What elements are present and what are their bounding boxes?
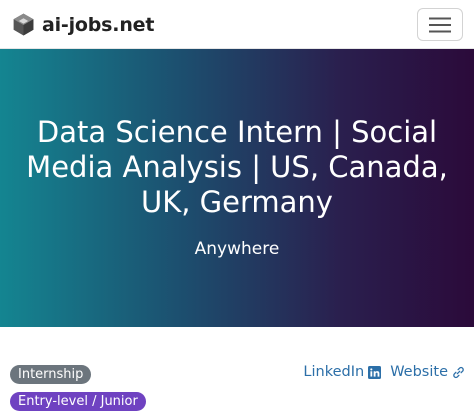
- job-type-badge[interactable]: Internship: [10, 365, 92, 384]
- job-hero-banner: Data Science Intern | Social Media Analy…: [0, 49, 474, 327]
- job-title: Data Science Intern | Social Media Analy…: [26, 115, 448, 219]
- job-location: Anywhere: [194, 239, 280, 259]
- brand-link[interactable]: ai-jobs.net: [11, 11, 154, 38]
- external-link-icon: [453, 366, 464, 378]
- linkedin-link-label: LinkedIn: [303, 364, 365, 380]
- linkedin-link[interactable]: LinkedIn: [303, 362, 382, 382]
- linkedin-icon: [368, 365, 382, 379]
- hamburger-menu-icon: [429, 17, 451, 32]
- website-link-label: Website: [390, 364, 448, 380]
- brand-name: ai-jobs.net: [42, 13, 155, 36]
- top-navbar: ai-jobs.net: [0, 0, 474, 49]
- hexagon-cube-logo-icon: [13, 13, 34, 36]
- website-link[interactable]: Website: [390, 362, 465, 382]
- menu-toggle-button[interactable]: [417, 8, 463, 41]
- share-links: LinkedIn Website: [303, 362, 465, 382]
- experience-level-badge[interactable]: Entry-level / Junior: [10, 392, 146, 411]
